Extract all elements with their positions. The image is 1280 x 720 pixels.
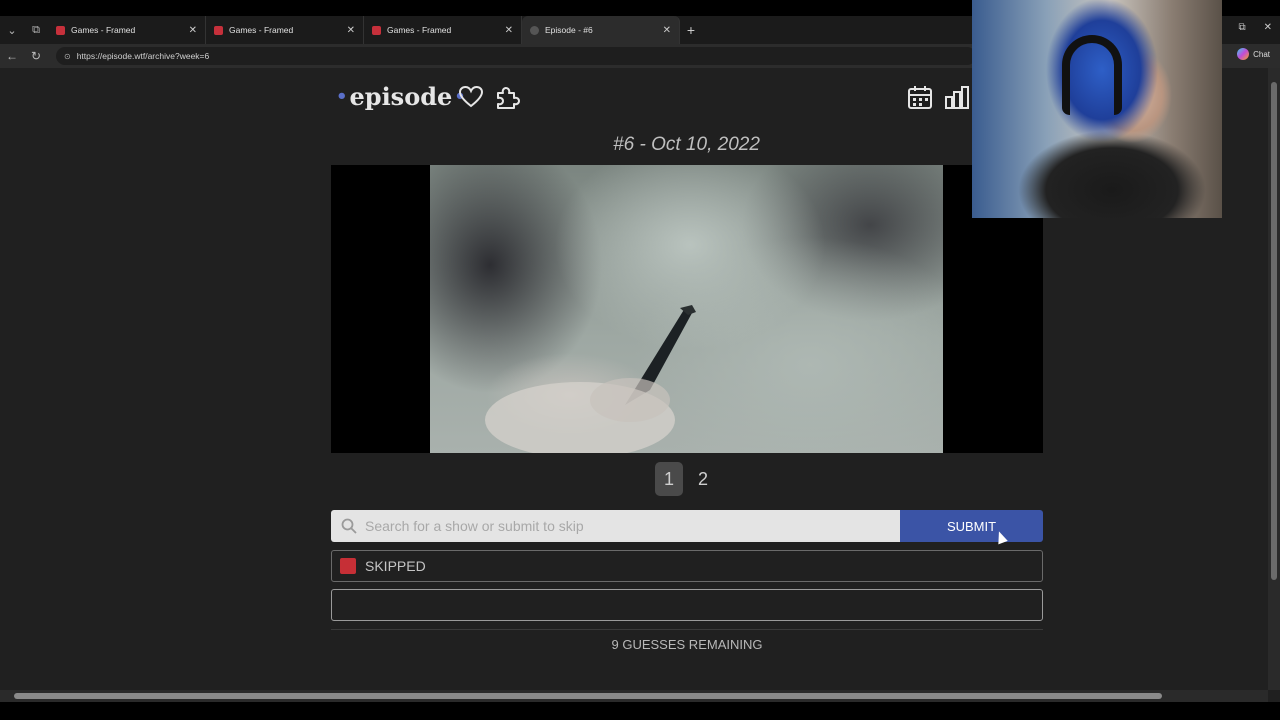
reload-icon[interactable]: ↻ [24, 49, 48, 63]
divider [331, 629, 1043, 630]
episode-title: #6 - Oct 10, 2022 [613, 134, 760, 155]
tab-title: Games - Framed [387, 25, 452, 35]
bar-chart-icon[interactable] [944, 84, 970, 110]
close-window-icon[interactable]: ✕ [1264, 22, 1272, 33]
submit-button[interactable]: SUBMIT [900, 510, 1043, 542]
episode-frame-image [331, 165, 1043, 453]
screen: ⌄ ⧉ Games - Framed ✕ Games - Framed ✕ Ga… [0, 0, 1280, 720]
guess-row-skipped: SKIPPED [331, 550, 1043, 582]
logo-dot-left: • [336, 86, 348, 107]
restore-window-icon[interactable]: ⧉ [1238, 22, 1245, 33]
frame-pager: 1 2 [655, 462, 717, 496]
page-2-button[interactable]: 2 [689, 462, 717, 496]
browser-tab[interactable]: Games - Framed ✕ [206, 16, 364, 44]
browser-tab[interactable]: Games - Framed ✕ [48, 16, 206, 44]
search-icon [341, 518, 357, 534]
guesses-remaining: 9 GUESSES REMAINING [611, 637, 763, 652]
close-tab-icon[interactable]: ✕ [505, 25, 513, 36]
logo-text: episode [349, 82, 453, 111]
close-tab-icon[interactable]: ✕ [347, 25, 355, 36]
site-info-icon[interactable]: ⊙ [64, 52, 71, 61]
horizontal-scroll-thumb[interactable] [14, 693, 1162, 699]
episode-favicon-icon [530, 25, 539, 35]
webcam-overlay [972, 0, 1222, 218]
address-bar[interactable]: ⊙ https://episode.wtf/archive?week=6 [56, 47, 976, 65]
guess-label: SKIPPED [365, 558, 426, 574]
vertical-scrollbar[interactable] [1268, 68, 1280, 690]
chat-button[interactable]: Chat [1237, 48, 1270, 60]
url-text: https://episode.wtf/archive?week=6 [76, 51, 210, 61]
close-tab-icon[interactable]: ✕ [663, 25, 671, 36]
back-arrow-icon[interactable]: ← [0, 49, 24, 63]
horizontal-scrollbar[interactable] [0, 690, 1268, 702]
framed-favicon-icon [372, 25, 381, 35]
logo[interactable]: • episode • [334, 82, 468, 111]
tab-title: Games - Framed [71, 25, 136, 35]
framed-favicon-icon [56, 25, 65, 35]
knife-illustration [485, 305, 696, 453]
vertical-scroll-thumb[interactable] [1271, 82, 1277, 580]
puzzle-icon[interactable] [494, 84, 520, 110]
skipped-status-icon [340, 558, 356, 574]
copilot-icon [1237, 48, 1250, 60]
bottom-bar [0, 702, 1280, 720]
tab-list-icon[interactable]: ⌄ [0, 18, 24, 42]
heart-icon[interactable] [458, 84, 484, 110]
chat-label: Chat [1253, 49, 1270, 59]
headphones-shape [1062, 35, 1122, 115]
tab-title: Games - Framed [229, 25, 294, 35]
guess-row-empty [331, 589, 1043, 621]
workspaces-icon[interactable]: ⧉ [24, 18, 48, 42]
framed-favicon-icon [214, 25, 223, 35]
close-tab-icon[interactable]: ✕ [189, 25, 197, 36]
tab-title: Episode - #6 [545, 25, 593, 35]
calendar-icon[interactable] [907, 84, 933, 110]
new-tab-button[interactable]: + [680, 22, 702, 38]
frame-scene [430, 165, 943, 453]
search-box [331, 510, 900, 542]
window-controls: ⧉ ✕ [1238, 22, 1272, 33]
page-1-button[interactable]: 1 [655, 462, 683, 496]
browser-tab-active[interactable]: Episode - #6 ✕ [522, 16, 680, 44]
browser-tab[interactable]: Games - Framed ✕ [364, 16, 522, 44]
search-input[interactable] [365, 518, 885, 534]
